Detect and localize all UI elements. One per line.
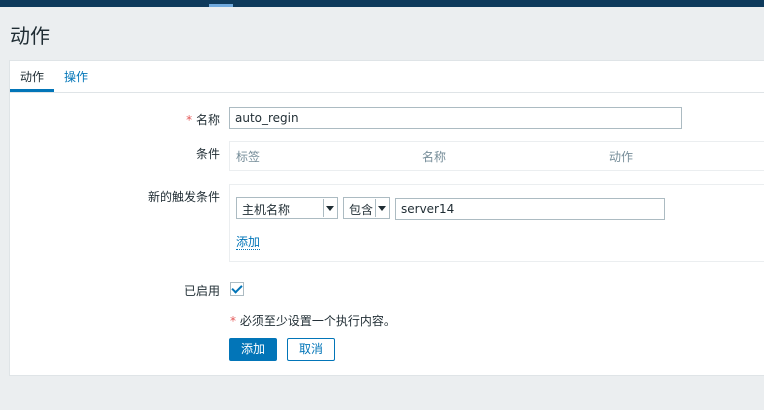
required-notice-text: 必须至少设置一个执行内容。: [239, 314, 396, 328]
action-form-panel: 动作 操作 * 名称 条件 标签 名称 动作 新的触发条件 主机名称 包含 添加…: [9, 60, 764, 376]
required-mark: *: [186, 113, 193, 127]
page-title: 动作: [10, 24, 50, 48]
top-nav-bar: [0, 0, 764, 7]
tab-action[interactable]: 动作: [20, 68, 44, 85]
required-mark: *: [230, 314, 236, 328]
add-button[interactable]: 添加: [229, 338, 277, 361]
conditions-label: 条件: [195, 147, 220, 161]
conditions-column-name: 名称: [422, 150, 447, 164]
condition-type-value: 主机名称: [242, 203, 291, 217]
chevron-down-icon: [375, 199, 388, 217]
name-label-text: 名称: [195, 113, 220, 127]
tab-operations[interactable]: 操作: [64, 68, 88, 85]
condition-value-input[interactable]: [395, 198, 665, 220]
chevron-down-icon: [323, 199, 336, 217]
tab-active-indicator: [10, 89, 54, 92]
required-notice: * 必须至少设置一个执行内容。: [230, 312, 396, 329]
conditions-column-action: 动作: [609, 150, 634, 164]
add-condition-link[interactable]: 添加: [236, 235, 261, 250]
name-label: * 名称: [130, 111, 220, 128]
cancel-button[interactable]: 取消: [287, 338, 335, 361]
condition-operator-value: 包含: [349, 203, 374, 217]
enabled-label: 已启用: [183, 284, 220, 298]
condition-operator-select[interactable]: 包含: [343, 197, 390, 219]
top-nav-active-indicator: [209, 4, 233, 7]
new-condition-label: 新的触发条件: [147, 190, 220, 204]
conditions-column-label: 标签: [236, 150, 261, 164]
new-condition-box: 主机名称 包含 添加: [229, 184, 764, 262]
conditions-table: 标签 名称 动作: [229, 141, 764, 171]
tab-bar: 动作 操作: [10, 61, 764, 93]
condition-type-select[interactable]: 主机名称: [236, 197, 338, 219]
enabled-checkbox[interactable]: [230, 282, 244, 296]
name-input[interactable]: [229, 107, 682, 129]
